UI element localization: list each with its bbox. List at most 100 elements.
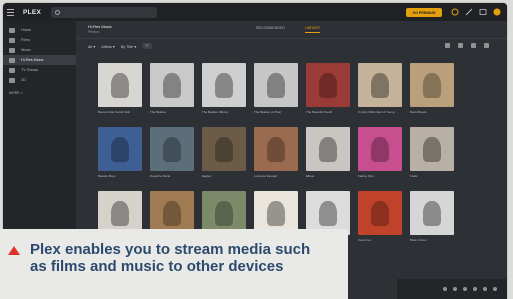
tools-icon[interactable] [465,8,473,16]
sort-dropdown[interactable]: By Title ▾ [121,44,136,49]
filter-bar: All ▾ Artists ▾ By Title ▾ 77 [76,39,507,53]
album-label[interactable]: Ludovico Einaudi [254,174,298,178]
previous-icon[interactable] [463,287,467,291]
album-label[interactable]: The Beatles (Mono) [202,110,246,114]
sidebar-item-home[interactable]: Home [3,25,76,35]
album-cover[interactable] [306,63,350,107]
album-cover[interactable] [150,127,194,171]
hamburger-menu-icon[interactable] [7,3,21,21]
go-premium-button[interactable]: GO PREMIUM [406,8,442,17]
album-cover[interactable] [98,127,142,171]
album-card[interactable]: Elbow [306,127,350,178]
shuffle-icon[interactable] [453,287,457,291]
album-card[interactable]: Beastie Boys [98,127,142,178]
album-label[interactable]: Beastie Boys [98,174,142,178]
sidebar-item-music[interactable]: Music [3,45,76,55]
plex-logo[interactable]: PLEX [23,9,41,16]
album-cover[interactable] [410,127,454,171]
album-label[interactable]: Buena Vista Social Club [98,110,142,114]
album-card[interactable]: Depeche Mode [150,127,194,178]
tab-library[interactable]: LIBRARY [304,26,321,33]
album-label[interactable]: Foals [410,174,454,178]
album-cover[interactable] [306,127,350,171]
more-options-icon[interactable] [484,43,489,48]
player-controls [397,279,507,299]
album-card[interactable]: Foals [410,127,454,178]
info-icon[interactable] [443,287,447,291]
sidebar-more-link[interactable]: MORE > [3,91,76,95]
album-cover[interactable] [150,63,194,107]
sidebar-item-label: TV Shows [21,68,39,72]
film-icon [9,37,15,43]
play-icon[interactable] [445,43,450,48]
sidebar-item-label: Home [21,28,32,32]
album-card[interactable]: Crosby Stills Nash & Young [358,63,402,114]
sidebar-item-3d[interactable]: 3D [3,75,76,85]
caption-box: Plex enables you to stream media such as… [0,229,348,299]
album-card[interactable]: Buena Vista Social Club [98,63,142,114]
album-label[interactable]: Eagles [202,174,246,178]
album-card[interactable]: Kevin Fox [358,191,402,242]
music-icon [9,57,15,63]
album-label[interactable]: Depeche Mode [150,174,194,178]
filter-type-dropdown[interactable]: Artists ▾ [101,44,115,49]
album-cover[interactable] [98,63,142,107]
album-card[interactable]: The Beatles (1 Plus) [254,63,298,114]
search-input[interactable] [51,6,158,18]
next-icon[interactable] [483,287,487,291]
album-cover[interactable] [358,63,402,107]
sidebar-item-hi-res-music[interactable]: Hi-Res Music [3,55,76,65]
shuffle-icon[interactable] [458,43,463,48]
album-cover[interactable] [254,127,298,171]
album-card[interactable]: Brian Cohen [410,191,454,242]
sidebar-item-tv-shows[interactable]: TV Shows [3,65,76,75]
album-cover[interactable] [358,127,402,171]
sidebar-item-films[interactable]: Films [3,35,76,45]
album-cover[interactable] [202,127,246,171]
album-label[interactable]: Crosby Stills Nash & Young [358,110,402,114]
caption-line-1: Plex enables you to stream media such [30,241,311,258]
album-label[interactable]: The Beautiful South [306,110,350,114]
album-label[interactable]: The Beatles [150,110,194,114]
cast-icon[interactable] [479,8,487,16]
search-icon [55,9,61,15]
item-count-badge: 77 [142,43,152,49]
sidebar-item-label: Hi-Res Music [21,58,44,62]
user-avatar-icon[interactable] [493,8,501,16]
sidebar-item-label: Music [21,48,31,52]
activity-icon[interactable] [451,8,459,16]
filter-all-dropdown[interactable]: All ▾ [88,44,95,49]
sidebar-item-label: 3D [21,78,26,82]
album-card[interactable]: The Beautiful South [306,63,350,114]
home-icon [9,27,15,33]
album-label[interactable]: The Beatles (1 Plus) [254,110,298,114]
screenshot: PLEX GO PREMIUM Home Films Music Hi-Res … [0,0,513,299]
caption-text: Plex enables you to stream media such as… [30,241,310,275]
album-cover[interactable] [410,191,454,235]
album-cover[interactable] [410,63,454,107]
grid-view-icon[interactable] [471,43,476,48]
album-cover[interactable] [202,63,246,107]
tab-recommended[interactable]: RECOMMENDED [256,26,285,33]
album-card[interactable]: The Beatles [150,63,194,114]
album-cover[interactable] [358,191,402,235]
play-icon[interactable] [473,287,477,291]
album-label[interactable]: Elbow [306,174,350,178]
top-bar: PLEX GO PREMIUM [3,3,507,21]
volume-icon[interactable] [493,287,497,291]
album-card[interactable]: Ludovico Einaudi [254,127,298,178]
album-label[interactable]: Fatboy Slim [358,174,402,178]
album-card[interactable]: David Bowie [410,63,454,114]
tv-icon [9,67,15,73]
album-card[interactable]: Fatboy Slim [358,127,402,178]
caption-arrow-icon [8,246,20,255]
library-header: Hi-Res Music Plexbox RECOMMENDED LIBRARY [76,21,507,39]
album-label[interactable]: Kevin Fox [358,238,402,242]
album-cover[interactable] [254,63,298,107]
album-label[interactable]: Brian Cohen [410,238,454,242]
library-subtitle: Plexbox [88,29,100,34]
album-card[interactable]: Eagles [202,127,246,178]
album-card[interactable]: The Beatles (Mono) [202,63,246,114]
album-label[interactable]: David Bowie [410,110,454,114]
caption-line-2: as films and music to other devices [30,258,284,275]
